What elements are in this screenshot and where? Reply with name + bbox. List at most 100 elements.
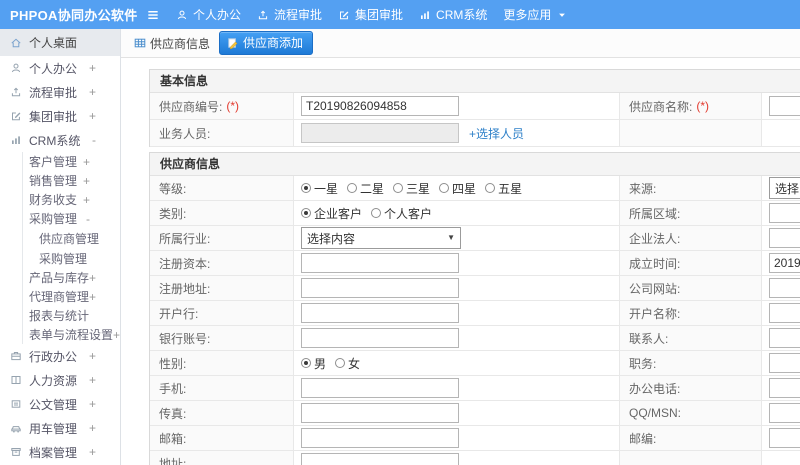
text-input[interactable] (301, 303, 459, 323)
field-cell (294, 301, 620, 325)
sidebar-item[interactable]: 公文管理 + (0, 392, 120, 416)
text-input[interactable] (301, 328, 459, 348)
radio-option[interactable]: 一星 (301, 180, 338, 197)
radio-option[interactable]: 女 (335, 355, 360, 372)
form-row: 开户行: 开户名称: (150, 301, 800, 326)
text-input[interactable] (769, 253, 800, 273)
text-input[interactable] (769, 328, 800, 348)
sidebar-item[interactable]: 报表与统计 (22, 306, 120, 325)
sidebar-item[interactable]: 行政办公 + (0, 344, 120, 368)
field-cell: 选择内容▼ (762, 176, 800, 200)
radio-option[interactable]: 四星 (439, 180, 476, 197)
text-input[interactable] (301, 403, 459, 423)
app-shell: 个人桌面 个人办公 + 流程审批 + 集团审批 + CRM系统 - 客户管理 + 销售管理 + 财务收支 +… (0, 29, 800, 465)
sidebar-item[interactable]: 采购管理 - (22, 209, 120, 228)
radio-option[interactable]: 二星 (347, 180, 384, 197)
text-input[interactable] (301, 378, 459, 398)
text-input[interactable] (769, 303, 800, 323)
text-input[interactable] (769, 428, 800, 448)
select-value: 选择内容 (307, 231, 356, 246)
select-person-link[interactable]: +选择人员 (469, 125, 524, 142)
expand-icon[interactable]: + (83, 174, 120, 188)
form-row: 注册地址: 公司网站: (150, 276, 800, 301)
person-icon (11, 63, 21, 73)
radio-option[interactable]: 个人客户 (371, 205, 432, 222)
sidebar-item[interactable]: 客户管理 + (22, 152, 120, 171)
text-input[interactable] (301, 453, 459, 465)
field-cell (762, 226, 800, 250)
expand-icon[interactable]: + (89, 397, 120, 411)
tab-label: 供应商添加 (243, 36, 304, 50)
text-input[interactable] (769, 403, 800, 423)
sidebar-item[interactable]: 集团审批 + (0, 104, 120, 128)
sidebar-item[interactable]: 表单与流程设置 + (22, 325, 120, 344)
topbar-menu-item[interactable]: CRM系统 (419, 6, 487, 23)
text-input[interactable] (769, 228, 800, 248)
text-input[interactable] (301, 428, 459, 448)
text-input[interactable] (769, 203, 800, 223)
field-label: 所属行业: (150, 226, 294, 250)
expand-icon[interactable]: + (83, 193, 120, 207)
form-row: 供应商编号:(*)供应商名称:(*) (150, 93, 800, 120)
radio-option[interactable]: 男 (301, 355, 326, 372)
radio-option[interactable]: 三星 (393, 180, 430, 197)
collapse-icon[interactable]: - (92, 133, 120, 147)
sidebar-item[interactable]: 代理商管理 + (22, 287, 120, 306)
sidebar-item[interactable]: 流程审批 + (0, 80, 120, 104)
expand-icon[interactable]: + (89, 271, 120, 285)
radio-icon (371, 208, 382, 218)
expand-icon[interactable]: + (89, 349, 120, 363)
select-dropdown[interactable]: 选择内容▼ (769, 177, 800, 199)
expand-icon[interactable]: + (89, 109, 120, 123)
sidebar-item-label: 流程审批 (29, 85, 78, 100)
text-input[interactable] (769, 96, 800, 116)
topbar-menu-item[interactable]: 流程审批 (257, 6, 322, 23)
content: 基本信息供应商编号:(*)供应商名称:(*)业务人员:+选择人员供应商信息等级:… (121, 58, 800, 465)
sidebar-item[interactable]: CRM系统 - (0, 128, 120, 152)
text-input[interactable] (769, 378, 800, 398)
expand-icon[interactable]: + (89, 290, 120, 304)
sidebar-item[interactable]: 用车管理 + (0, 416, 120, 440)
sidebar-item[interactable]: 个人办公 + (0, 56, 120, 80)
topbar-menu-item[interactable]: 更多应用 (503, 6, 568, 23)
sidebar-item[interactable]: 个人桌面 (0, 29, 120, 56)
expand-icon[interactable]: + (113, 328, 120, 342)
menu-label: 更多应用 (503, 8, 552, 22)
sidebar-item[interactable]: 供应商管理 (22, 228, 120, 248)
tab-supplier-add[interactable]: 供应商添加 (219, 31, 314, 55)
topbar-menu-item[interactable]: 集团审批 (338, 6, 403, 23)
sidebar-item[interactable]: 采购管理 (22, 248, 120, 268)
text-input[interactable] (301, 253, 459, 273)
home-icon (11, 38, 21, 47)
radio-option[interactable]: 企业客户 (301, 205, 362, 222)
radio-icon (439, 183, 450, 193)
text-input[interactable] (301, 96, 459, 116)
expand-icon[interactable]: + (89, 85, 120, 99)
expand-icon[interactable]: + (89, 61, 120, 75)
tab-supplier-info[interactable]: 供应商信息 (134, 35, 210, 52)
sidebar-item-label: 代理商管理 (29, 290, 90, 304)
expand-icon[interactable]: + (89, 421, 120, 435)
readonly-input[interactable] (301, 123, 459, 143)
field-label: 供应商编号: (*) (150, 93, 294, 119)
collapse-icon[interactable]: - (86, 212, 120, 226)
text-input[interactable] (301, 278, 459, 298)
field-cell: 男女 (294, 351, 620, 375)
field-cell (762, 201, 800, 225)
expand-icon[interactable]: + (89, 445, 120, 459)
radio-option[interactable]: 五星 (485, 180, 522, 197)
field-cell: 选择内容▼ (294, 226, 620, 250)
text-input[interactable] (769, 353, 800, 373)
expand-icon[interactable]: + (89, 373, 120, 387)
sidebar-item[interactable]: 人力资源 + (0, 368, 120, 392)
select-dropdown[interactable]: 选择内容▼ (301, 227, 461, 249)
sidebar-item[interactable]: 产品与库存 + (22, 268, 120, 287)
text-input[interactable] (769, 278, 800, 298)
menu-toggle-button[interactable] (146, 8, 160, 22)
sidebar-item[interactable]: 财务收支 + (22, 190, 120, 209)
field-cell (762, 401, 800, 425)
expand-icon[interactable]: + (83, 155, 120, 169)
sidebar-item[interactable]: 销售管理 + (22, 171, 120, 190)
sidebar-item[interactable]: 档案管理 + (0, 440, 120, 464)
topbar-menu-item[interactable]: 个人办公 (176, 6, 241, 23)
